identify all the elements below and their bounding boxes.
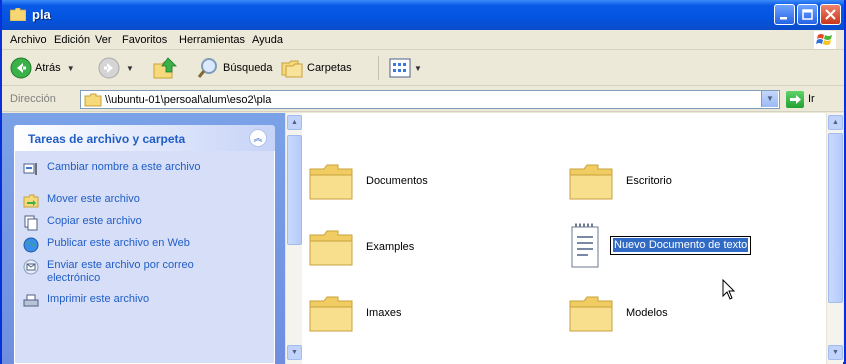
printer-icon bbox=[23, 294, 39, 307]
scrollbar-thumb[interactable] bbox=[828, 133, 843, 303]
task-publish-web[interactable]: Publicar este archivo en Web bbox=[23, 237, 247, 253]
globe-icon bbox=[23, 237, 39, 253]
move-file-icon bbox=[23, 194, 39, 208]
task-label: Publicar este archivo en Web bbox=[47, 237, 190, 249]
scroll-down-icon[interactable]: ▼ bbox=[287, 345, 302, 360]
title-bar[interactable]: pla bbox=[2, 0, 844, 30]
file-list: Documentos Escritorio Examples Nuevo Doc… bbox=[302, 113, 826, 364]
up-folder-button[interactable] bbox=[152, 56, 180, 80]
file-name: Escritorio bbox=[626, 175, 672, 187]
address-bar: Dirección \\ubuntu-01\persoal\alum\eso2\… bbox=[2, 87, 844, 112]
close-button[interactable] bbox=[820, 4, 841, 25]
minimize-icon bbox=[780, 17, 787, 20]
scroll-up-icon[interactable]: ▲ bbox=[287, 115, 302, 130]
task-label: Mover este archivo bbox=[47, 193, 140, 205]
window-title: pla bbox=[32, 7, 51, 22]
task-label: Copiar este archivo bbox=[47, 215, 142, 227]
folder-icon bbox=[309, 230, 353, 266]
go-button[interactable] bbox=[786, 91, 804, 108]
chevron-down-icon[interactable]: ▼ bbox=[761, 91, 778, 107]
menu-ayuda[interactable]: Ayuda bbox=[252, 34, 283, 46]
up-folder-icon bbox=[153, 57, 177, 79]
task-label: Cambiar nombre a este archivo bbox=[47, 161, 201, 173]
file-item-documentos[interactable]: Documentos bbox=[308, 161, 428, 201]
collapse-chevron-icon[interactable]: ︽ bbox=[249, 129, 267, 147]
folders-label: Carpetas bbox=[307, 62, 352, 74]
rename-field[interactable]: Nuevo Documento de texto bbox=[610, 235, 752, 255]
close-icon bbox=[825, 9, 836, 20]
address-input[interactable]: \\ubuntu-01\persoal\alum\eso2\pla ▼ bbox=[80, 90, 780, 109]
folder-icon bbox=[569, 296, 613, 332]
rename-icon bbox=[23, 163, 37, 175]
chevron-down-icon[interactable]: ▼ bbox=[414, 64, 422, 73]
views-button[interactable]: ▼ bbox=[378, 56, 422, 80]
task-box-title: Tareas de archivo y carpeta bbox=[28, 132, 186, 146]
email-icon bbox=[23, 259, 39, 275]
file-name: Imaxes bbox=[366, 307, 402, 319]
text-document-icon bbox=[571, 223, 599, 268]
file-name: Documentos bbox=[366, 175, 428, 187]
minimize-button[interactable] bbox=[774, 4, 795, 25]
file-list-scrollbar[interactable]: ▲ ▼ bbox=[826, 113, 843, 364]
scroll-up-icon[interactable]: ▲ bbox=[828, 115, 843, 130]
chevron-down-icon[interactable]: ▼ bbox=[126, 64, 134, 73]
task-rename[interactable]: Cambiar nombre a este archivo bbox=[23, 161, 247, 177]
folder-icon bbox=[569, 164, 613, 200]
folders-button[interactable]: Carpetas bbox=[280, 56, 352, 80]
go-label[interactable]: Ir bbox=[808, 93, 815, 105]
copy-file-icon bbox=[24, 215, 38, 231]
mouse-cursor-icon bbox=[722, 279, 736, 300]
task-pane-scrollbar[interactable]: ▲ ▼ bbox=[285, 113, 302, 364]
scrollbar-thumb[interactable] bbox=[287, 135, 302, 245]
menu-herramientas[interactable]: Herramientas bbox=[179, 34, 245, 46]
menu-bar: Archivo Edición Ver Favoritos Herramient… bbox=[2, 30, 844, 50]
task-box-header[interactable]: Tareas de archivo y carpeta ︽ bbox=[14, 125, 275, 151]
back-button[interactable]: Atrás ▼ bbox=[10, 56, 75, 80]
task-label: Imprimir este archivo bbox=[47, 293, 150, 305]
views-icon bbox=[389, 58, 411, 78]
task-box-body: Cambiar nombre a este archivo Mover este… bbox=[14, 151, 275, 364]
windows-logo-icon bbox=[814, 31, 836, 49]
rename-selected-text[interactable]: Nuevo Documento de texto bbox=[613, 238, 749, 252]
task-pane: Tareas de archivo y carpeta ︽ Cambiar no… bbox=[2, 113, 285, 364]
file-item-examples[interactable]: Examples bbox=[308, 227, 414, 267]
folder-icon bbox=[309, 164, 353, 200]
back-arrow-icon bbox=[10, 57, 32, 79]
folder-icon bbox=[309, 296, 353, 332]
menu-archivo[interactable]: Archivo bbox=[10, 34, 47, 46]
arrow-right-icon bbox=[790, 95, 801, 104]
address-path: \\ubuntu-01\persoal\alum\eso2\pla bbox=[105, 94, 272, 106]
folder-icon bbox=[84, 93, 102, 107]
search-label: Búsqueda bbox=[223, 62, 273, 74]
folders-icon bbox=[281, 60, 303, 78]
task-print[interactable]: Imprimir este archivo bbox=[23, 293, 247, 309]
back-label: Atrás bbox=[35, 62, 61, 74]
task-email[interactable]: Enviar este archivo por correo electróni… bbox=[23, 259, 247, 285]
folder-icon bbox=[10, 8, 26, 21]
task-copy[interactable]: Copiar este archivo bbox=[23, 215, 247, 231]
file-name: Modelos bbox=[626, 307, 668, 319]
explorer-window: pla Archivo Edición Ver Favoritos Herram… bbox=[0, 0, 846, 364]
search-icon bbox=[197, 58, 217, 78]
menu-favoritos[interactable]: Favoritos bbox=[122, 34, 167, 46]
file-item-escritorio[interactable]: Escritorio bbox=[568, 161, 672, 201]
file-item-modelos[interactable]: Modelos bbox=[568, 293, 668, 333]
menu-edicion[interactable]: Edición bbox=[54, 34, 90, 46]
forward-arrow-icon bbox=[98, 57, 120, 79]
file-name: Examples bbox=[366, 241, 415, 253]
forward-button[interactable]: ▼ bbox=[98, 56, 134, 80]
search-button[interactable]: Búsqueda bbox=[196, 56, 273, 80]
chevron-down-icon[interactable]: ▼ bbox=[67, 64, 75, 73]
maximize-button[interactable] bbox=[797, 4, 818, 25]
task-label: Enviar este archivo por correo electróni… bbox=[47, 259, 194, 284]
maximize-icon bbox=[802, 9, 813, 20]
file-item-imaxes[interactable]: Imaxes bbox=[308, 293, 401, 333]
menu-ver[interactable]: Ver bbox=[95, 34, 112, 46]
address-label: Dirección bbox=[10, 93, 56, 105]
task-move[interactable]: Mover este archivo bbox=[23, 193, 247, 209]
toolbar: Atrás ▼ ▼ Búsqueda Carpetas ▼ bbox=[2, 51, 844, 86]
scroll-down-icon[interactable]: ▼ bbox=[828, 345, 843, 360]
file-item-text-document[interactable]: Nuevo Documento de texto bbox=[570, 221, 752, 269]
